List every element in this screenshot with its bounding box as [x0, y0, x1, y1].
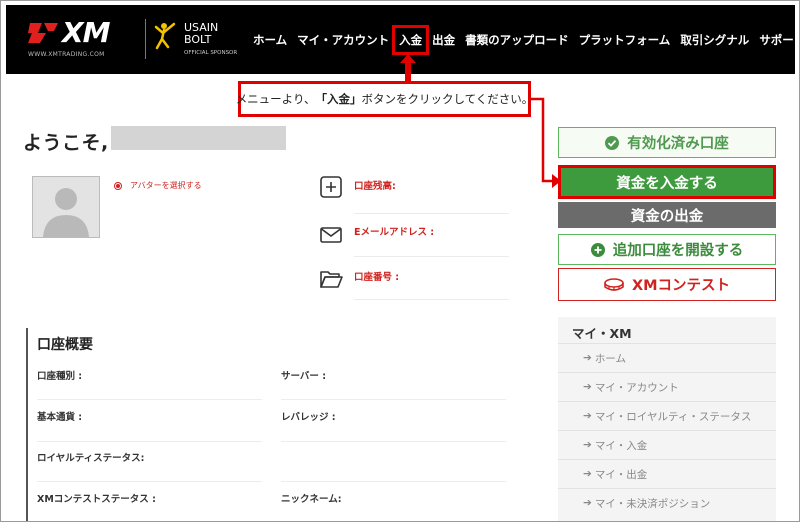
my-xm-menu-item-withdraw[interactable]: ➔ マイ・出金	[558, 459, 776, 488]
arrow-right-icon: ➔	[583, 439, 592, 451]
overview-divider	[281, 481, 506, 482]
screenshot-frame: XM WWW.XMTRADING.COM USAIN BOLT OFFICIAL…	[0, 0, 800, 522]
avatar	[32, 176, 100, 238]
sponsor-line-1: USAIN	[184, 21, 219, 34]
account-type-label: 口座種別 :	[37, 371, 83, 382]
loyalty-status-label: ロイヤルティステータス:	[37, 453, 145, 464]
info-divider	[354, 256, 509, 257]
open-additional-account-label: 追加口座を開設する	[612, 243, 744, 259]
plus-circle-icon	[590, 242, 605, 257]
withdraw-funds-button[interactable]: 資金の出金	[558, 202, 776, 228]
xm-contest-label: XMコンテスト	[631, 278, 731, 294]
leverage-label: レバレッジ :	[281, 412, 336, 423]
xm-logo-text: XM	[62, 16, 110, 49]
nav-withdraw[interactable]: 出金	[432, 32, 455, 48]
callout-suffix: ボタンをクリックしてください。	[361, 92, 534, 106]
open-additional-account-button[interactable]: 追加口座を開設する	[558, 234, 776, 265]
folder-icon	[320, 271, 343, 288]
menu-item-label: ホーム	[594, 352, 626, 365]
nav-platform[interactable]: プラットフォーム	[579, 32, 671, 48]
user-name-redacted	[111, 126, 286, 150]
select-avatar-label: アバターを選択する	[130, 181, 202, 190]
select-avatar-link[interactable]: アバターを選択する	[114, 180, 202, 191]
arrow-right-icon: ➔	[583, 410, 592, 422]
balance-label: 口座残高:	[354, 181, 396, 192]
menu-item-label: マイ・ロイヤルティ・ステータス	[594, 410, 752, 423]
main-nav: ホーム マイ・アカウント 入金 出金 書類のアップロード プラットフォーム 取引…	[253, 5, 799, 74]
info-divider	[354, 213, 509, 214]
sponsor-tag: OFFICIAL SPONSOR	[184, 50, 238, 56]
arrow-right-icon: ➔	[583, 497, 592, 509]
nav-document-upload[interactable]: 書類のアップロード	[465, 32, 569, 48]
my-xm-menu: マイ・XM ➔ ホーム ➔ マイ・アカウント ➔ マイ・ロイヤルティ・ステータス ➔ マ…	[558, 317, 776, 521]
overview-divider	[37, 481, 262, 482]
menu-item-label: マイ・出金	[594, 468, 648, 481]
email-label: Eメールアドレス :	[354, 227, 435, 238]
sponsor-badge: USAIN BOLT OFFICIAL SPONSOR	[154, 19, 249, 61]
my-xm-menu-item-home[interactable]: ➔ ホーム	[558, 343, 776, 372]
overview-accent-bar	[26, 328, 28, 521]
instruction-callout: メニューより、 「入金」 ボタンをクリックしてください。	[235, 81, 534, 117]
verified-account-button[interactable]: 有効化済み口座	[558, 127, 776, 158]
envelope-icon	[320, 227, 342, 243]
verified-account-label: 有効化済み口座	[627, 136, 729, 152]
nav-my-account[interactable]: マイ・アカウント	[297, 32, 389, 48]
sponsor-line-2: BOLT	[184, 33, 212, 46]
my-xm-menu-item-open-positions[interactable]: ➔ マイ・未決済ポジション	[558, 488, 776, 517]
nav-support[interactable]: サポート	[759, 32, 799, 48]
xm-logo-url: WWW.XMTRADING.COM	[28, 51, 105, 58]
arrow-right-icon: ➔	[583, 381, 592, 393]
my-xm-menu-item-deposit[interactable]: ➔ マイ・入金	[558, 430, 776, 459]
account-overview-title: 口座概要	[37, 337, 93, 353]
account-number-label: 口座番号 :	[354, 272, 400, 283]
deposit-funds-button[interactable]: 資金を入金する	[558, 165, 776, 199]
xm-logo[interactable]: XM WWW.XMTRADING.COM	[28, 17, 138, 59]
server-label: サーバー :	[281, 371, 327, 382]
xm-contest-button[interactable]: XMコンテスト	[558, 268, 776, 301]
callout-connector-arrow-icon	[531, 97, 561, 188]
nav-home[interactable]: ホーム	[253, 32, 287, 48]
welcome-heading: ようこそ,	[23, 132, 109, 154]
select-avatar-bullet-icon	[114, 181, 122, 190]
overview-divider	[281, 399, 506, 400]
nickname-label: ニックネーム:	[281, 494, 342, 505]
my-xm-menu-item-my-account[interactable]: ➔ マイ・アカウント	[558, 372, 776, 401]
avatar-placeholder-icon	[33, 177, 99, 237]
nav-deposit[interactable]: 入金	[392, 24, 430, 55]
arrow-right-icon: ➔	[583, 468, 592, 480]
overview-divider	[37, 441, 262, 442]
stadium-icon	[604, 277, 624, 291]
overview-divider	[281, 441, 506, 442]
contest-status-label: XMコンテストステータス :	[37, 494, 156, 505]
menu-item-label: マイ・未決済ポジション	[594, 497, 711, 510]
xm-logo-mark-icon	[28, 23, 58, 43]
check-circle-icon	[605, 135, 620, 150]
callout-arrow-icon	[400, 54, 416, 84]
callout-prefix: メニューより、	[235, 92, 316, 106]
nav-trading-signals[interactable]: 取引シグナル	[680, 32, 749, 48]
menu-item-label: マイ・アカウント	[594, 381, 679, 394]
info-divider	[354, 299, 509, 300]
my-xm-menu-item-loyalty-status[interactable]: ➔ マイ・ロイヤルティ・ステータス	[558, 401, 776, 430]
usain-bolt-pose-icon	[154, 22, 176, 50]
menu-item-label: マイ・入金	[594, 439, 648, 452]
callout-emphasis: 「入金」	[315, 92, 362, 106]
base-currency-label: 基本通貨 :	[37, 412, 83, 423]
plus-box-icon	[320, 176, 342, 198]
header-divider	[145, 19, 146, 59]
overview-divider	[37, 399, 262, 400]
arrow-right-icon: ➔	[583, 352, 592, 364]
my-xm-menu-title: マイ・XM	[572, 326, 632, 341]
